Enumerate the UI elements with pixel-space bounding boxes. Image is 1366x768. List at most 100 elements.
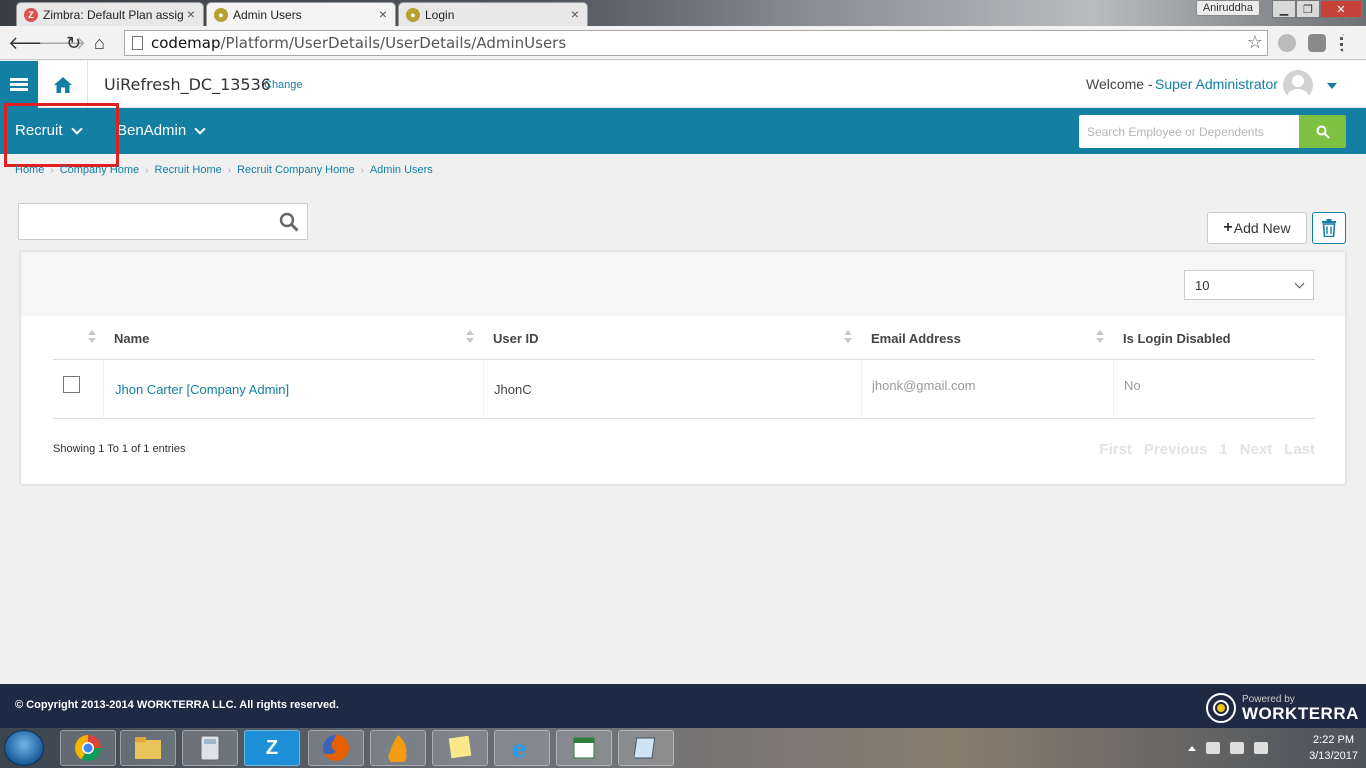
row-checkbox[interactable] xyxy=(63,376,80,393)
close-window-icon[interactable]: ✕ xyxy=(1320,0,1362,18)
module-recruit[interactable]: Recruit xyxy=(15,122,83,139)
login-disabled-cell: No xyxy=(1124,378,1141,393)
user-name-link[interactable]: Jhon Carter [Company Admin] xyxy=(115,360,289,419)
bookmark-star-icon[interactable]: ☆ xyxy=(1247,32,1263,53)
panel-toolbar xyxy=(21,252,1345,316)
chevron-right-icon: › xyxy=(145,164,149,176)
workterra-logo-icon xyxy=(1206,693,1236,723)
browser-profile-chip[interactable]: Aniruddha xyxy=(1195,0,1260,16)
breadcrumb-recruit-company-home[interactable]: Recruit Company Home xyxy=(237,164,354,176)
tab-close-icon[interactable]: × xyxy=(187,6,195,22)
user-name-link[interactable]: Super Administrator xyxy=(1155,76,1278,92)
breadcrumb-admin-users[interactable]: Admin Users xyxy=(370,164,433,176)
column-header-login-disabled[interactable]: Is Login Disabled xyxy=(1123,316,1231,360)
hamburger-menu-button[interactable] xyxy=(0,61,38,108)
sticky-notes-icon[interactable] xyxy=(432,730,488,766)
chevron-right-icon: › xyxy=(50,164,54,176)
admin-users-panel: 10 Name User ID Email Address Is Login D… xyxy=(20,251,1346,485)
browser-tab-login[interactable]: ● Login × xyxy=(398,2,588,26)
table-row: Jhon Carter [Company Admin] JhonC jhonk@… xyxy=(53,360,1315,419)
firefox-icon[interactable] xyxy=(308,730,364,766)
sort-icon[interactable] xyxy=(88,330,96,344)
browser-toolbar: 🡐 🡒 ↻ ⌂ codemap/Platform/UserDetails/Use… xyxy=(0,26,1366,60)
search-icon xyxy=(1316,125,1330,139)
file-explorer-icon[interactable] xyxy=(120,730,176,766)
user-search-input[interactable] xyxy=(19,204,269,239)
browser-tab-admin-users[interactable]: ● Admin Users × xyxy=(206,2,396,26)
breadcrumb-home[interactable]: Home xyxy=(15,164,44,176)
minimize-icon[interactable]: ▁ xyxy=(1272,0,1296,18)
restore-icon[interactable]: ❐ xyxy=(1296,0,1320,18)
sort-icon[interactable] xyxy=(844,330,852,344)
avatar[interactable] xyxy=(1283,70,1313,100)
pager-previous[interactable]: Previous xyxy=(1144,441,1207,458)
extension-icon[interactable] xyxy=(1278,34,1296,52)
entries-info: Showing 1 To 1 of 1 entries xyxy=(53,443,186,455)
pager-page-1[interactable]: 1 xyxy=(1219,441,1227,458)
plus-icon: + xyxy=(1223,219,1233,236)
chrome-taskbar-icon[interactable] xyxy=(60,730,116,766)
browser-tab-strip: Z Zimbra: Default Plan assig × ● Admin U… xyxy=(0,0,1366,26)
tab-close-icon[interactable]: × xyxy=(379,6,387,22)
breadcrumb: Home › Company Home › Recruit Home › Rec… xyxy=(15,164,433,176)
chevron-down-icon xyxy=(70,122,83,135)
reload-icon[interactable]: ↻ xyxy=(66,33,81,54)
app-taskbar-icon[interactable] xyxy=(370,730,426,766)
internet-explorer-icon[interactable]: e xyxy=(494,730,550,766)
volume-icon[interactable] xyxy=(1254,742,1268,754)
employee-search-button[interactable] xyxy=(1299,115,1346,148)
chevron-right-icon: › xyxy=(360,164,364,176)
change-company-link[interactable]: Change xyxy=(264,79,303,91)
network-icon[interactable] xyxy=(1230,742,1244,754)
table-header: Name User ID Email Address Is Login Disa… xyxy=(53,316,1315,360)
powered-by-label: Powered by xyxy=(1242,693,1295,705)
tray-arrow-icon[interactable] xyxy=(1188,746,1196,751)
clock-date: 3/13/2017 xyxy=(1309,750,1358,762)
page-size-value: 10 xyxy=(1195,277,1210,293)
clock-time: 2:22 PM xyxy=(1313,734,1355,746)
zimbra-taskbar-icon[interactable]: Z xyxy=(244,730,300,766)
hamburger-icon xyxy=(10,76,28,93)
breadcrumb-recruit-home[interactable]: Recruit Home xyxy=(155,164,222,176)
pager-next[interactable]: Next xyxy=(1240,441,1273,458)
sort-icon[interactable] xyxy=(1096,330,1104,344)
address-bar[interactable]: codemap/Platform/UserDetails/UserDetails… xyxy=(124,30,1268,56)
caret-down-icon[interactable] xyxy=(1327,83,1337,89)
add-new-button[interactable]: + Add New xyxy=(1207,212,1307,244)
column-header-email[interactable]: Email Address xyxy=(871,316,961,360)
tab-close-icon[interactable]: × xyxy=(571,6,579,22)
breadcrumb-company-home[interactable]: Company Home xyxy=(60,164,139,176)
column-header-user-id[interactable]: User ID xyxy=(493,316,539,360)
browser-tab-zimbra[interactable]: Z Zimbra: Default Plan assig × xyxy=(16,2,204,26)
system-clock[interactable]: 2:22 PM 3/13/2017 xyxy=(1309,732,1358,764)
window-controls: ▁ ❐ ✕ xyxy=(1272,0,1362,18)
pager-last[interactable]: Last xyxy=(1284,441,1315,458)
calculator-icon[interactable] xyxy=(182,730,238,766)
spreadsheet-icon[interactable] xyxy=(556,730,612,766)
column-header-name[interactable]: Name xyxy=(114,316,149,360)
sort-icon[interactable] xyxy=(466,330,474,344)
chrome-menu-icon[interactable] xyxy=(1340,34,1354,52)
svg-text:e: e xyxy=(512,734,527,762)
zimbra-icon: Z xyxy=(24,8,38,22)
pager-first[interactable]: First xyxy=(1099,441,1132,458)
action-center-icon[interactable] xyxy=(1206,742,1220,754)
notepad-icon[interactable] xyxy=(618,730,674,766)
user-id-cell: JhonC xyxy=(494,382,532,397)
home-icon[interactable]: ⌂ xyxy=(94,33,105,54)
page-size-select[interactable]: 10 xyxy=(1184,270,1314,300)
company-name: UiRefresh_DC_13536 xyxy=(104,75,271,94)
module-label: Recruit xyxy=(15,122,63,139)
delete-button[interactable] xyxy=(1312,212,1346,244)
windows-taskbar: Z e 2:22 PM 3/13/2017 xyxy=(0,728,1366,768)
browser-tab-title: Zimbra: Default Plan assig xyxy=(43,7,183,22)
home-button[interactable] xyxy=(38,61,88,108)
extension-icon[interactable] xyxy=(1308,34,1326,52)
employee-search-input[interactable] xyxy=(1079,115,1299,148)
welcome-label: Welcome - xyxy=(1086,76,1153,92)
search-icon[interactable] xyxy=(279,212,299,232)
page-footer: © Copyright 2013-2014 WORKTERRA LLC. All… xyxy=(0,684,1366,728)
module-benadmin[interactable]: BenAdmin xyxy=(117,122,206,139)
windows-start-icon[interactable] xyxy=(4,730,44,766)
user-search-box xyxy=(18,203,308,240)
